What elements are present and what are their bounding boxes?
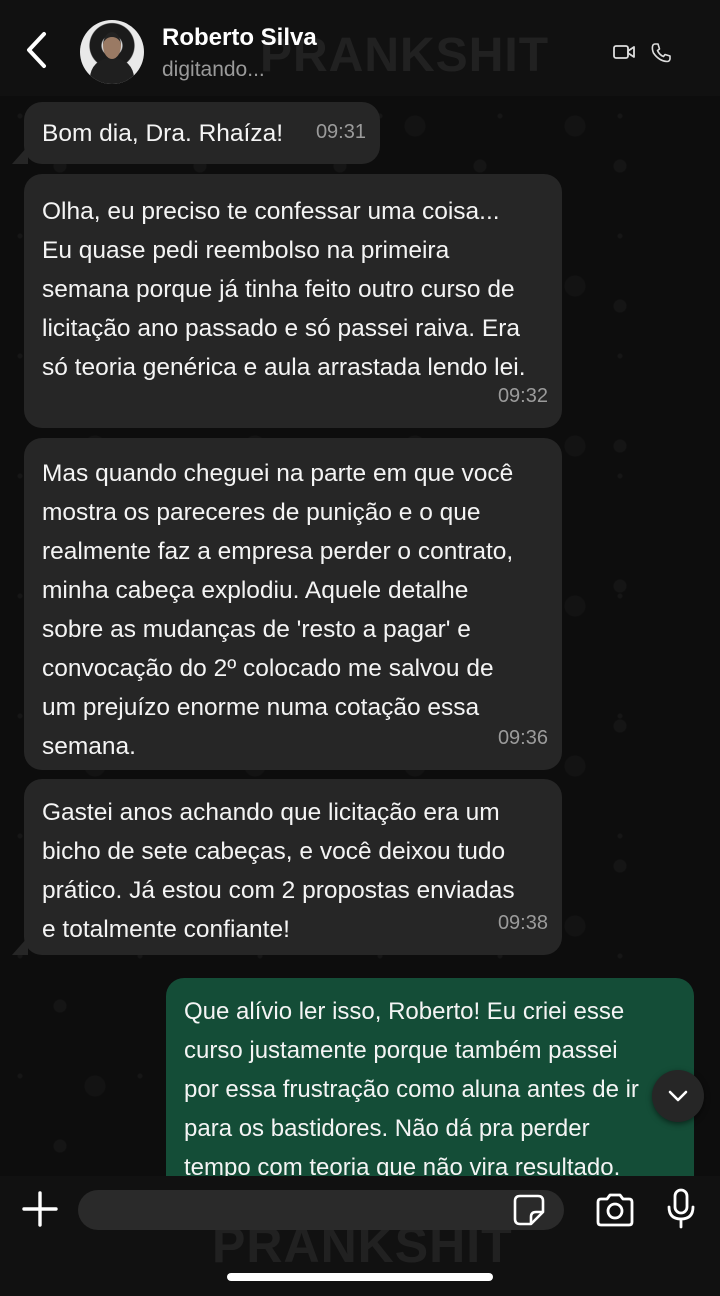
avatar[interactable] [80, 20, 144, 84]
message-bubble[interactable]: Mas quando cheguei na parte em que você … [24, 438, 562, 770]
message-text: Que alívio ler isso, Roberto! Eu criei e… [184, 998, 639, 1181]
message-time: 09:36 [497, 727, 548, 749]
back-chevron-icon[interactable] [20, 30, 56, 70]
chat-header: Roberto Silva digitando... PRANKSHIT [0, 0, 720, 96]
message-input[interactable] [78, 1190, 564, 1230]
bubble-tail [12, 937, 28, 955]
message-text: Bom dia, Dra. Rhaíza! [42, 120, 284, 147]
chevron-down-icon [668, 1090, 688, 1102]
message-text: Gastei anos achando que licitação era um… [42, 799, 515, 943]
message-time: 09:38 [497, 912, 548, 934]
message-text: Mas quando cheguei na parte em que você … [42, 460, 514, 760]
message-bubble[interactable]: Bom dia, Dra. Rhaíza! 09:31 [24, 102, 380, 164]
scroll-down-button[interactable] [652, 1070, 704, 1122]
message-time: 09:31 [315, 121, 366, 143]
bubble-tail [12, 146, 28, 164]
watermark: PRANKSHIT [260, 29, 550, 82]
sticker-icon[interactable] [512, 1193, 546, 1227]
message-time: 09:32 [497, 385, 548, 407]
phone-icon[interactable] [650, 42, 672, 64]
message-bubble-outgoing[interactable]: Que alívio ler isso, Roberto! Eu criei e… [166, 978, 694, 1208]
message-text: Olha, eu preciso te confessar uma coisa.… [42, 198, 526, 381]
message-bubble[interactable]: Olha, eu preciso te confessar uma coisa.… [24, 174, 562, 428]
typing-status: digitando... [162, 58, 265, 81]
microphone-icon[interactable] [666, 1188, 696, 1230]
camera-icon[interactable] [594, 1192, 636, 1228]
plus-icon[interactable] [22, 1191, 58, 1227]
home-indicator [227, 1273, 493, 1281]
video-camera-icon[interactable] [612, 42, 636, 62]
message-bubble[interactable]: Gastei anos achando que licitação era um… [24, 779, 562, 955]
